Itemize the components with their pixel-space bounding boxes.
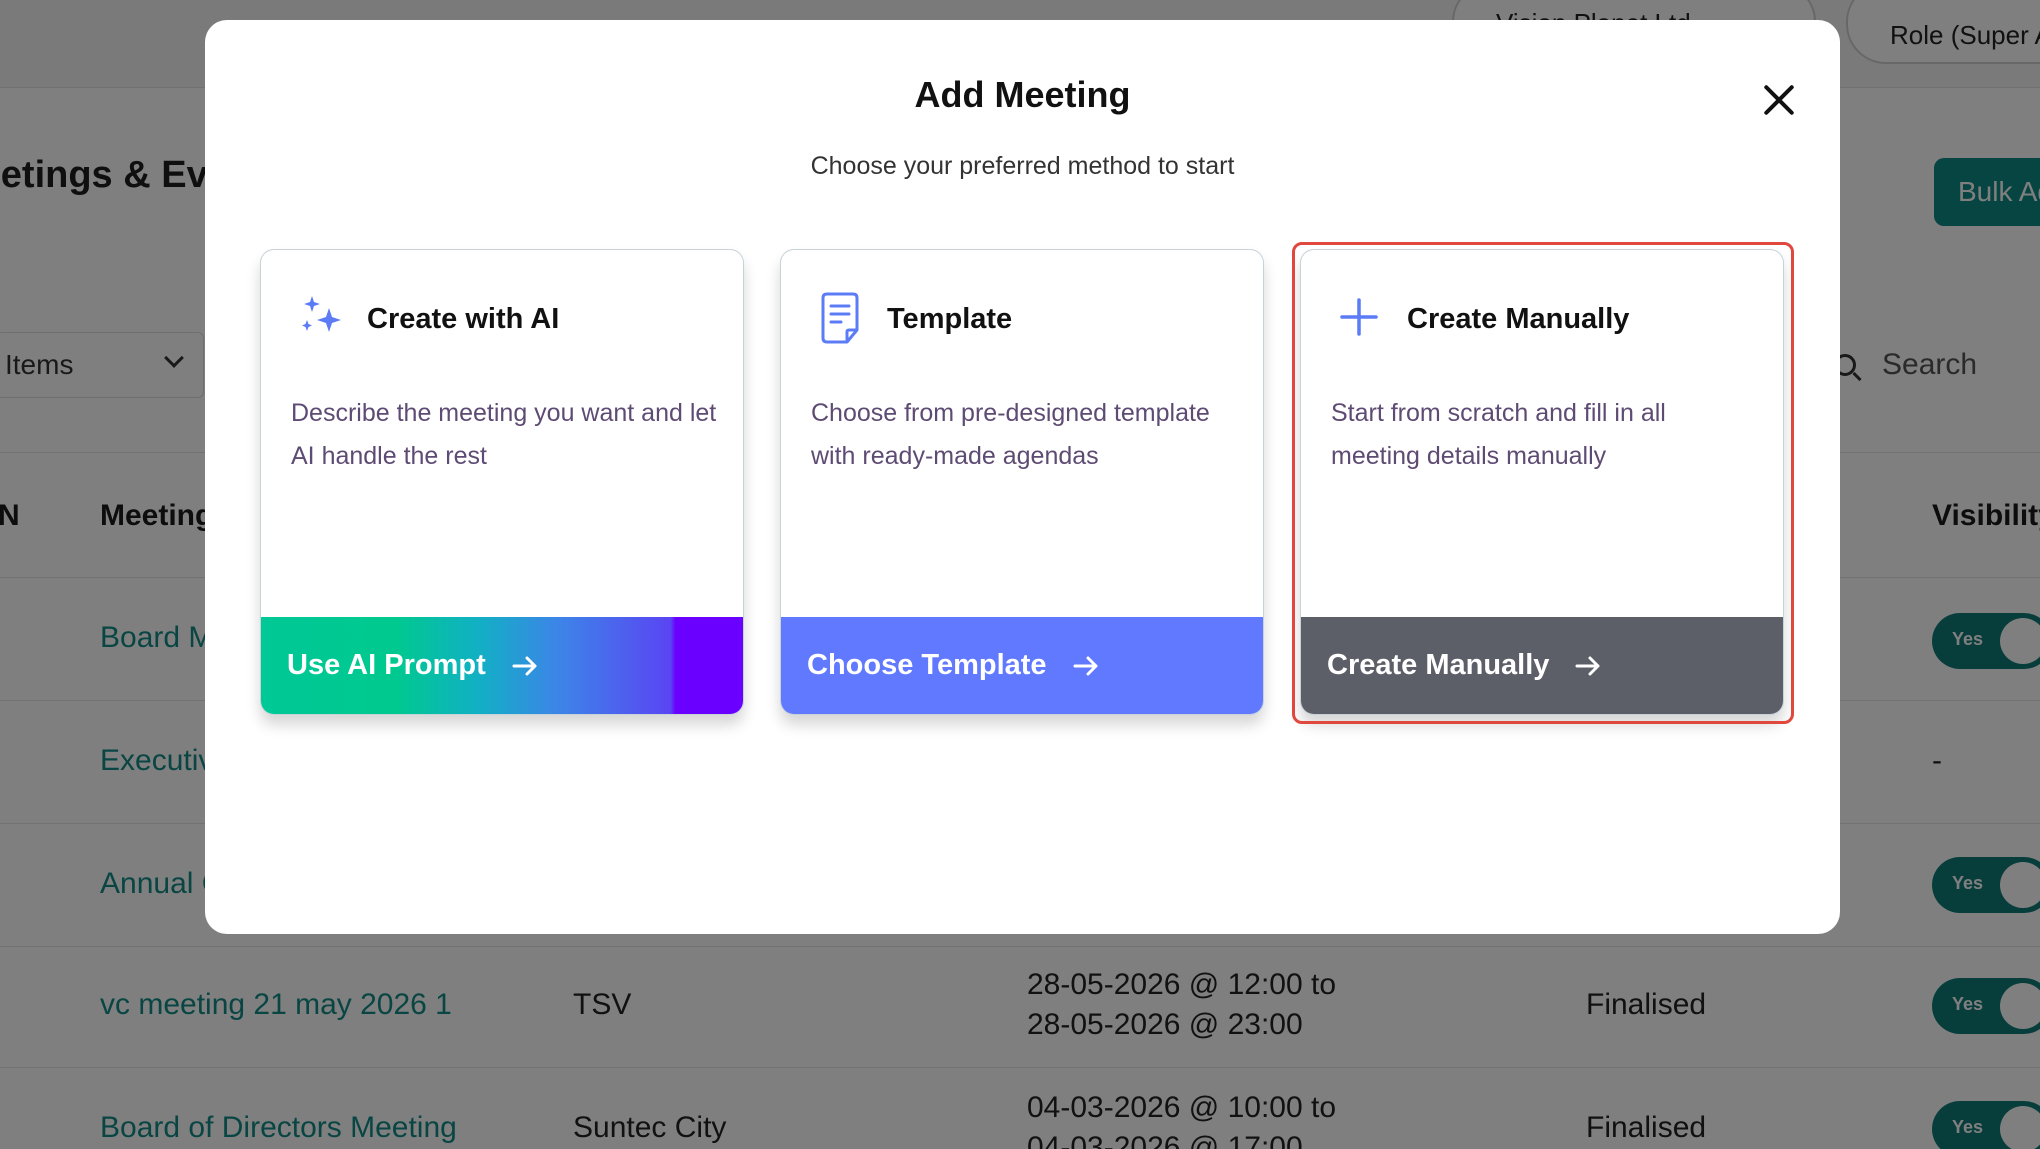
card-header: Template bbox=[815, 290, 1012, 348]
add-meeting-dialog: Add Meeting Choose your preferred method… bbox=[205, 20, 1840, 934]
template-card[interactable]: Template Choose from pre-designed templa… bbox=[780, 249, 1264, 715]
button-label: Choose Template bbox=[807, 649, 1047, 681]
card-title: Create Manually bbox=[1407, 302, 1630, 335]
dialog-title: Add Meeting bbox=[914, 74, 1131, 115]
card-description: Describe the meeting you want and let AI… bbox=[291, 399, 717, 470]
card-description: Choose from pre-designed template with r… bbox=[811, 399, 1210, 470]
arrow-right-icon bbox=[512, 656, 537, 675]
create-manually-card[interactable]: Create Manually Start from scratch and f… bbox=[1300, 249, 1784, 715]
plus-icon bbox=[1335, 290, 1393, 348]
create-manually-button[interactable]: Create Manually bbox=[1301, 617, 1783, 714]
button-label: Use AI Prompt bbox=[287, 649, 486, 681]
card-title: Create with AI bbox=[367, 302, 560, 335]
close-icon[interactable] bbox=[1755, 76, 1803, 124]
card-description: Start from scratch and fill in all meeti… bbox=[1331, 399, 1666, 470]
arrow-right-icon bbox=[1575, 656, 1600, 675]
document-icon bbox=[815, 290, 873, 348]
use-ai-prompt-button[interactable]: Use AI Prompt bbox=[261, 617, 743, 714]
card-title: Template bbox=[887, 302, 1013, 335]
create-with-ai-card[interactable]: Create with AI Describe the meeting you … bbox=[260, 249, 744, 715]
arrow-right-icon bbox=[1073, 656, 1098, 675]
dialog-subtitle: Choose your preferred method to start bbox=[810, 152, 1235, 180]
button-label: Create Manually bbox=[1327, 649, 1550, 681]
choose-template-button[interactable]: Choose Template bbox=[781, 617, 1263, 714]
sparkles-icon bbox=[295, 290, 353, 348]
card-header: Create Manually bbox=[1335, 290, 1629, 348]
card-header: Create with AI bbox=[295, 290, 559, 348]
